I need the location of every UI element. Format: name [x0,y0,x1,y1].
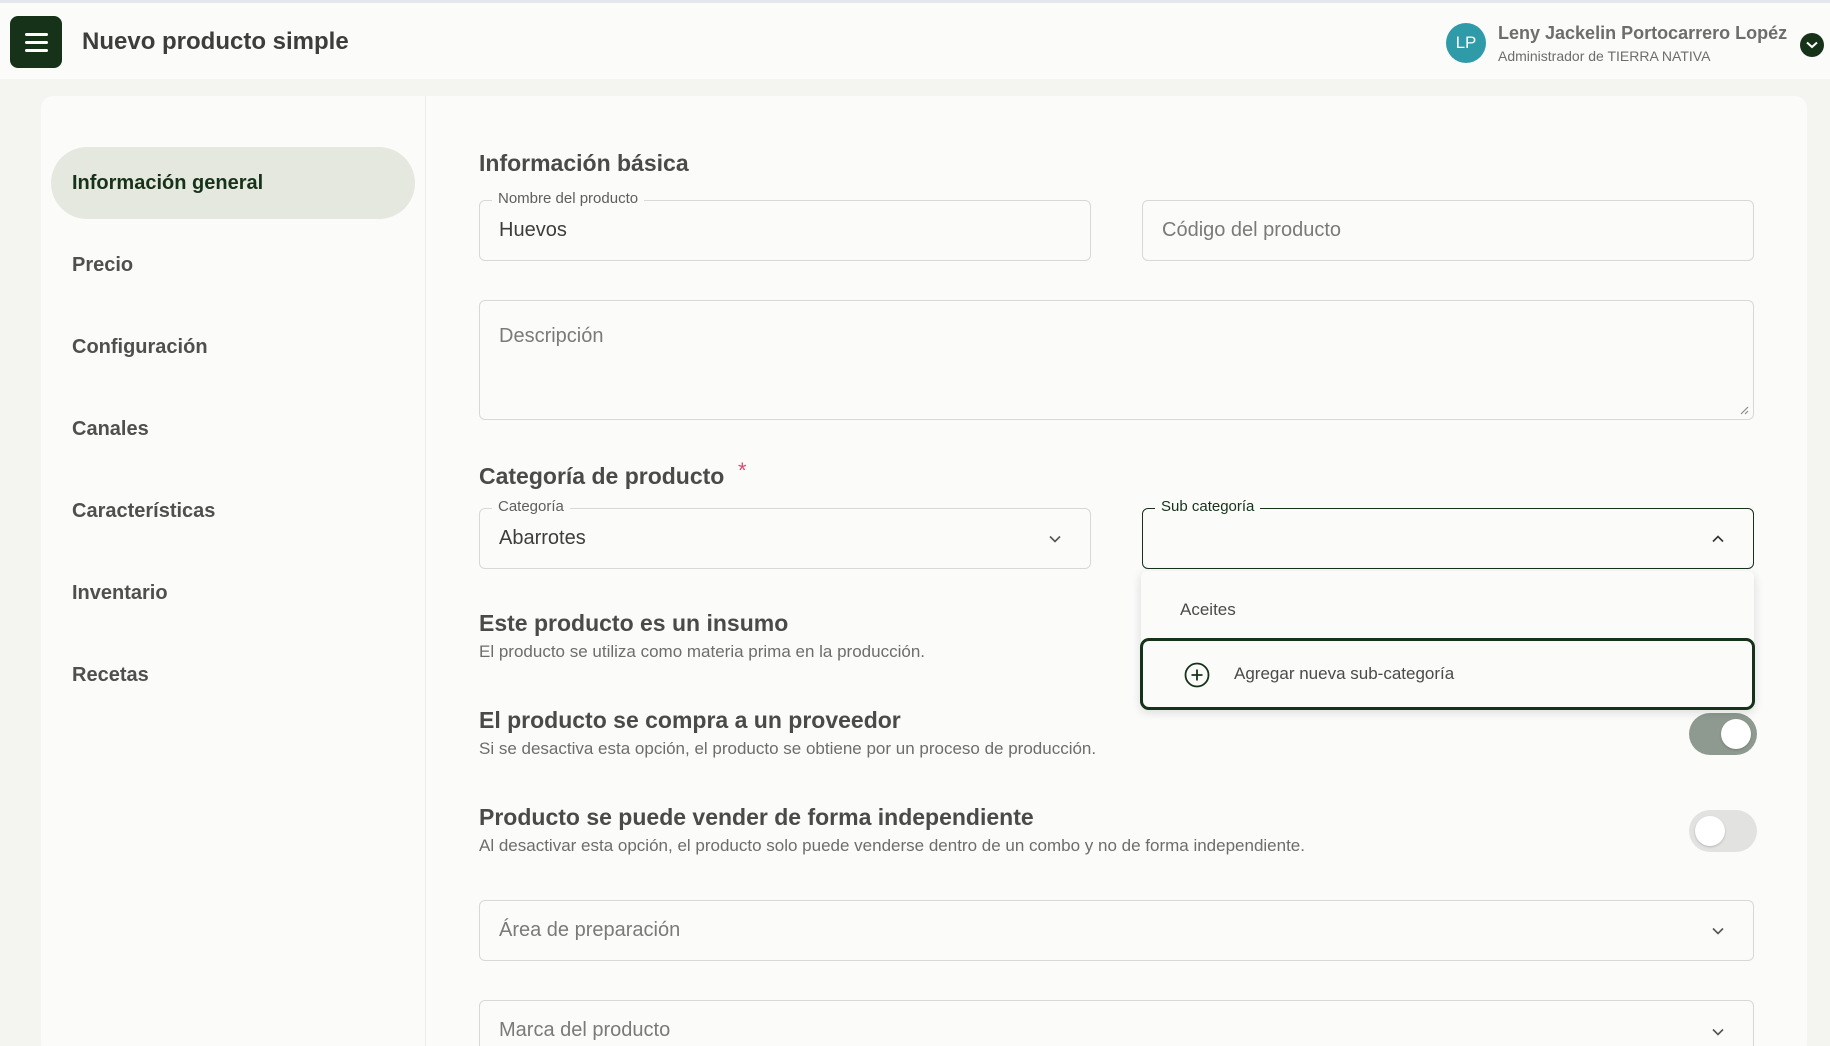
chevron-up-icon [1712,534,1724,542]
prep-area-placeholder: Área de preparación [499,919,681,941]
add-subcategory-button[interactable]: Agregar nueva sub-categoría [1140,638,1755,710]
sidebar-item-configuracion[interactable]: Configuración [51,311,415,383]
basic-info-title: Información básica [479,150,689,176]
product-code-placeholder: Código del producto [1162,219,1342,241]
sidebar-divider [425,96,426,1046]
toggle-knob [1721,719,1751,749]
sidebar-nav: Información general Precio Configuración… [51,147,415,721]
chevron-down-icon [1049,535,1061,543]
description-textarea[interactable]: Descripción [479,300,1754,420]
sidebar-item-informacion-general[interactable]: Información general [51,147,415,219]
required-asterisk: * [738,458,747,483]
setting-title-independiente: Producto se puede vender de forma indepe… [479,804,1034,830]
menu-icon-bar [24,40,48,44]
subcategory-label: Sub categoría [1155,498,1261,515]
category-value: Abarrotes [499,527,586,549]
category-label: Categoría [492,498,570,515]
user-avatar[interactable]: LP [1446,23,1486,63]
user-role: Administrador de TIERRA NATIVA [1498,48,1711,64]
setting-desc-independiente: Al desactivar esta opción, el producto s… [479,836,1305,855]
prep-area-select[interactable]: Área de preparación [479,900,1754,961]
product-name-value: Huevos [499,219,567,241]
toggle-proveedor[interactable] [1689,713,1757,755]
subcategory-dropdown: Aceites Agregar nueva sub-categoría [1140,571,1755,710]
setting-title-proveedor: El producto se compra a un proveedor [479,707,901,733]
toggle-independiente[interactable] [1689,810,1757,852]
sidebar-item-precio[interactable]: Precio [51,229,415,301]
add-subcategory-label: Agregar nueva sub-categoría [1234,664,1455,683]
sidebar-item-canales[interactable]: Canales [51,393,415,465]
chevron-down-icon [1712,1028,1724,1036]
add-circle-icon [1184,662,1210,688]
page-title: Nuevo producto simple [82,28,349,55]
toggle-knob [1695,816,1725,846]
menu-button[interactable] [10,16,62,68]
dropdown-option-aceites[interactable]: Aceites [1180,600,1236,620]
setting-desc-insumo: El producto se utiliza como materia prim… [479,642,925,661]
resize-grip-icon[interactable] [1737,403,1749,415]
user-menu-chevron-down-icon[interactable] [1800,33,1824,57]
app-header: Nuevo producto simple LP Leny Jackelin P… [0,3,1830,79]
category-title: Categoría de producto [479,463,725,489]
sidebar-item-caracteristicas[interactable]: Características [51,475,415,547]
user-name: Leny Jackelin Portocarrero Lopéz [1498,23,1788,43]
subcategory-select[interactable]: Sub categoría [1142,498,1754,569]
product-code-input[interactable]: Código del producto [1142,200,1754,261]
menu-icon-bar [24,32,48,36]
brand-select[interactable]: Marca del producto [479,1000,1754,1046]
chevron-down-icon [1712,927,1724,935]
sidebar-item-recetas[interactable]: Recetas [51,639,415,711]
product-name-field[interactable]: Nombre del producto Huevos [479,190,1091,261]
category-select[interactable]: Categoría Abarrotes [479,498,1091,569]
setting-title-insumo: Este producto es un insumo [479,610,789,636]
description-placeholder: Descripción [499,325,604,347]
menu-icon-bar [24,48,48,52]
setting-desc-proveedor: Si se desactiva esta opción, el producto… [479,739,1097,758]
sidebar-item-inventario[interactable]: Inventario [51,557,415,629]
brand-placeholder: Marca del producto [499,1019,671,1041]
product-name-label: Nombre del producto [492,190,645,207]
